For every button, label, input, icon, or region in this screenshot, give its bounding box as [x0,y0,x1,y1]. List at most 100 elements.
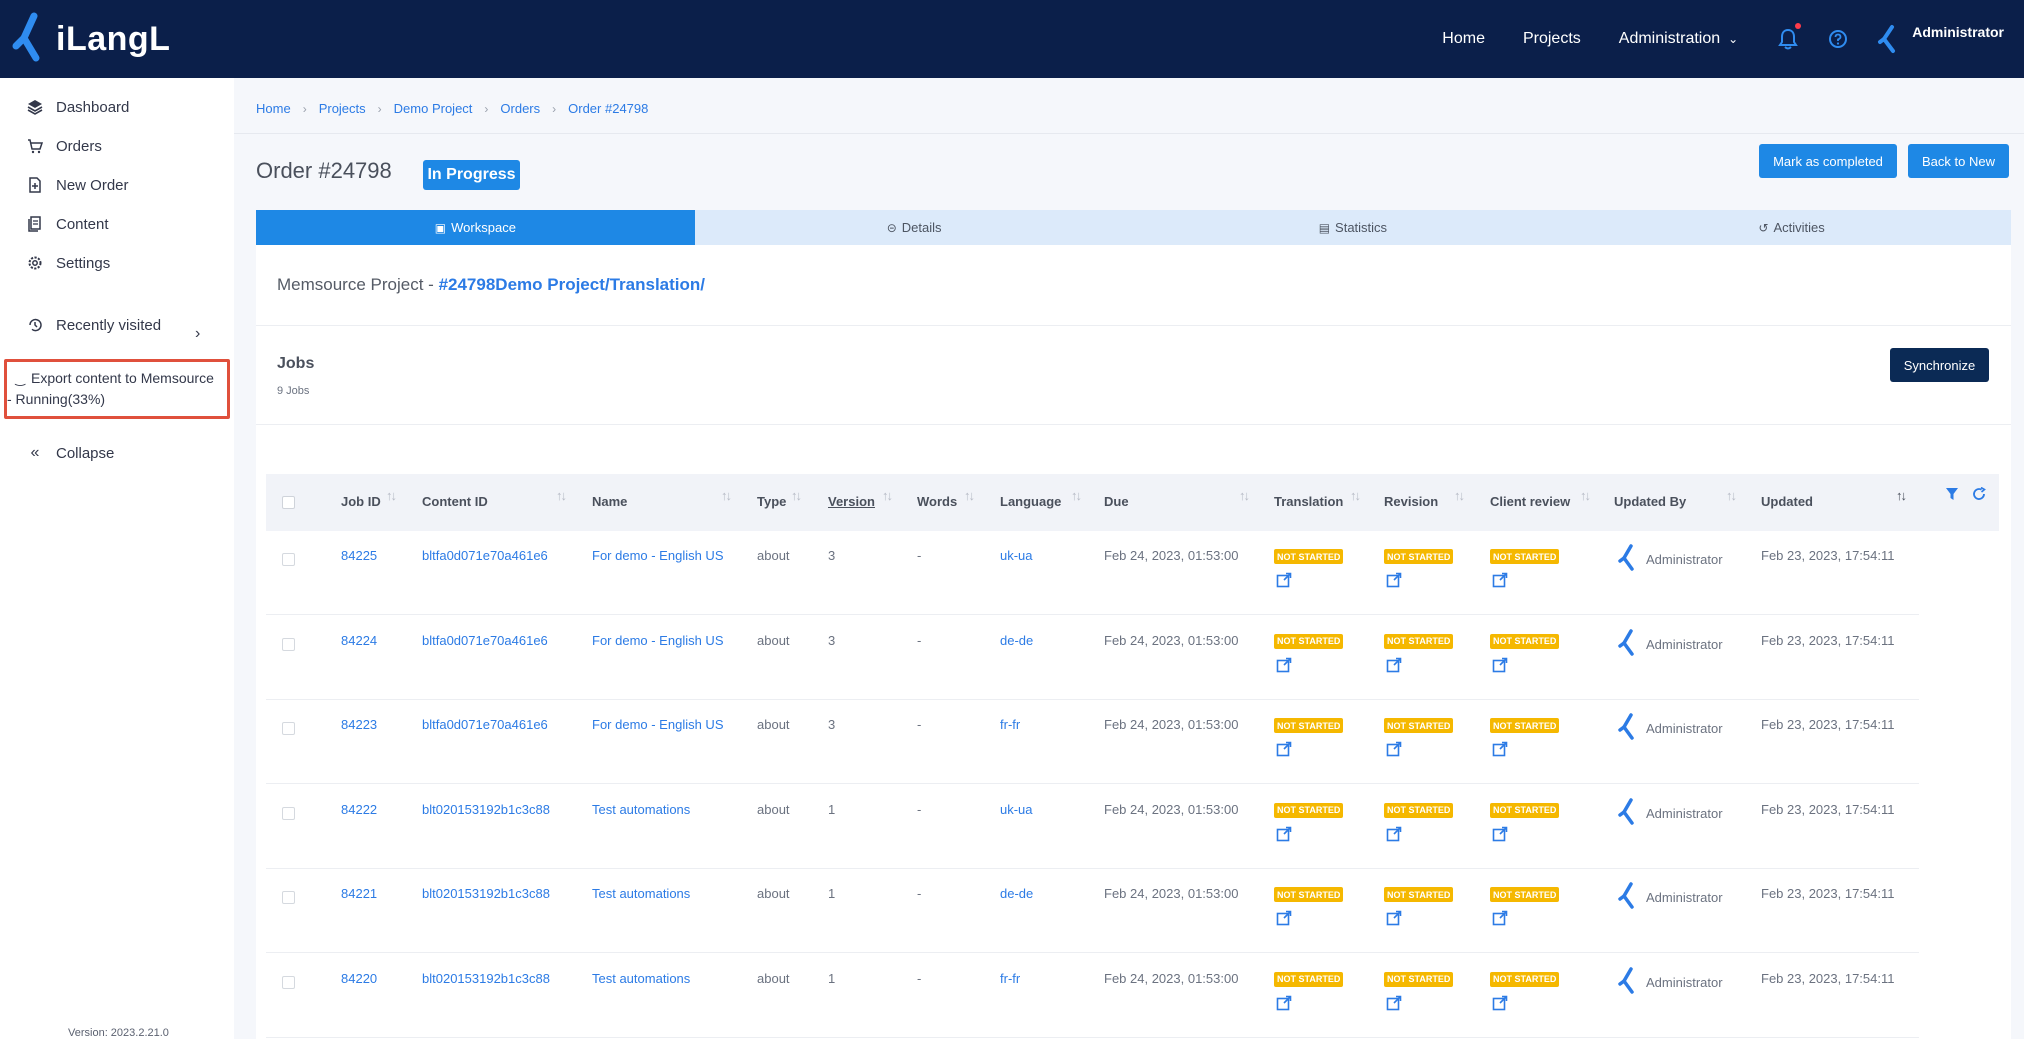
sidebar-item-dashboard[interactable]: Dashboard [26,98,129,116]
sort-icon[interactable]: ↑↓ [1071,488,1082,503]
content-id-link[interactable]: blt020153192b1c3c88 [422,886,550,901]
tab-details[interactable]: ⊝ Details [695,210,1134,245]
external-link-icon[interactable] [1386,657,1404,675]
sort-icon[interactable]: ↑↓ [386,488,397,503]
breadcrumb-demo-project[interactable]: Demo Project [394,101,473,116]
sort-icon[interactable]: ↑↓ [791,488,802,503]
sidebar-item-orders[interactable]: Orders [26,137,102,155]
external-link-icon[interactable] [1276,995,1294,1013]
sort-icon[interactable]: ↑↓ [721,488,732,503]
filter-icon[interactable] [1945,487,1959,501]
name-link[interactable]: For demo - English US [592,717,724,732]
job-id-link[interactable]: 84224 [341,633,377,648]
row-checkbox[interactable] [282,637,295,651]
tab-activities[interactable]: ↺ Activities [1572,210,2011,245]
external-link-icon[interactable] [1276,910,1294,928]
user-menu[interactable]: Administrator [1876,24,2004,54]
synchronize-button[interactable]: Synchronize [1890,348,1989,382]
nav-administration[interactable]: Administration ⌄ [1619,30,1738,48]
external-link-icon[interactable] [1386,910,1404,928]
chevron-right-icon[interactable]: › [195,325,200,343]
content-id-link[interactable]: bltfa0d071e70a461e6 [422,717,548,732]
col-content-id[interactable]: Content ID [422,494,488,509]
sort-icon[interactable]: ↑↓ [964,488,975,503]
tab-statistics[interactable]: ▤ Statistics [1134,210,1573,245]
col-words[interactable]: Words [917,494,957,509]
mark-completed-button[interactable]: Mark as completed [1759,144,1897,178]
row-checkbox[interactable] [282,553,295,566]
external-link-icon[interactable] [1492,910,1510,928]
name-link[interactable]: Test automations [592,971,690,986]
tab-workspace[interactable]: ▣ Workspace [256,210,695,245]
nav-home[interactable]: Home [1442,30,1485,48]
external-link-icon[interactable] [1276,657,1294,675]
external-link-icon[interactable] [1492,657,1510,675]
notifications-button[interactable] [1776,23,1802,51]
col-updated[interactable]: Updated [1761,494,1813,509]
sort-icon[interactable]: ↑↓ [1239,488,1250,503]
row-checkbox[interactable] [282,722,295,735]
content-id-link[interactable]: bltfa0d071e70a461e6 [422,633,548,648]
help-button[interactable] [1826,27,1850,51]
sidebar-item-content[interactable]: Content [26,215,109,233]
external-link-icon[interactable] [1386,826,1404,844]
sort-icon[interactable]: ↑↓ [1454,488,1465,503]
job-id-link[interactable]: 84223 [341,717,377,732]
external-link-icon[interactable] [1492,572,1510,590]
external-link-icon[interactable] [1276,572,1294,590]
external-link-icon[interactable] [1386,995,1404,1013]
col-type[interactable]: Type [757,494,786,509]
sort-icon[interactable]: ↑↓ [1350,488,1361,503]
col-language[interactable]: Language [1000,494,1061,509]
job-id-link[interactable]: 84221 [341,886,377,901]
col-name[interactable]: Name [592,494,627,509]
job-id-link[interactable]: 84225 [341,548,377,563]
language-link[interactable]: de-de [1000,633,1033,648]
sort-icon[interactable]: ↑↓ [1580,488,1591,503]
name-link[interactable]: Test automations [592,802,690,817]
refresh-icon[interactable] [1972,487,1986,501]
sidebar-collapse[interactable]: « Collapse [26,444,115,462]
col-client-review[interactable]: Client review [1490,494,1570,509]
name-link[interactable]: Test automations [592,886,690,901]
breadcrumb-orders[interactable]: Orders [500,101,540,116]
sidebar-recently-visited[interactable]: Recently visited [26,316,161,334]
language-link[interactable]: uk-ua [1000,802,1033,817]
sort-desc-icon[interactable]: ↑↓ [1896,488,1907,503]
row-checkbox[interactable] [282,891,295,904]
external-link-icon[interactable] [1386,741,1404,759]
nav-projects[interactable]: Projects [1523,30,1581,48]
breadcrumb-projects[interactable]: Projects [319,101,366,116]
back-to-new-button[interactable]: Back to New [1908,144,2009,178]
sort-icon[interactable]: ↑↓ [1726,488,1737,503]
col-revision[interactable]: Revision [1384,494,1438,509]
col-version[interactable]: Version [828,494,875,509]
job-id-link[interactable]: 84220 [341,971,377,986]
content-id-link[interactable]: bltfa0d071e70a461e6 [422,548,548,563]
name-link[interactable]: For demo - English US [592,548,724,563]
sort-icon[interactable]: ↑↓ [556,488,567,503]
content-id-link[interactable]: blt020153192b1c3c88 [422,971,550,986]
breadcrumb-home[interactable]: Home [256,101,291,116]
col-translation[interactable]: Translation [1274,494,1343,509]
row-checkbox[interactable] [282,806,295,820]
sidebar-item-new-order[interactable]: New Order [26,176,129,194]
language-link[interactable]: de-de [1000,886,1033,901]
select-all-checkbox[interactable] [282,496,295,509]
external-link-icon[interactable] [1276,826,1294,844]
breadcrumb-order[interactable]: Order #24798 [568,101,648,116]
name-link[interactable]: For demo - English US [592,633,724,648]
language-link[interactable]: uk-ua [1000,548,1033,563]
content-id-link[interactable]: blt020153192b1c3c88 [422,802,550,817]
external-link-icon[interactable] [1492,995,1510,1013]
col-due[interactable]: Due [1104,494,1129,509]
col-job-id[interactable]: Job ID [341,494,381,509]
job-id-link[interactable]: 84222 [341,802,377,817]
external-link-icon[interactable] [1492,826,1510,844]
external-link-icon[interactable] [1386,572,1404,590]
sort-icon[interactable]: ↑↓ [882,488,893,503]
col-updated-by[interactable]: Updated By [1614,494,1686,509]
external-link-icon[interactable] [1276,741,1294,759]
logo[interactable]: iLangL [10,12,170,66]
sidebar-item-settings[interactable]: Settings [26,254,110,272]
